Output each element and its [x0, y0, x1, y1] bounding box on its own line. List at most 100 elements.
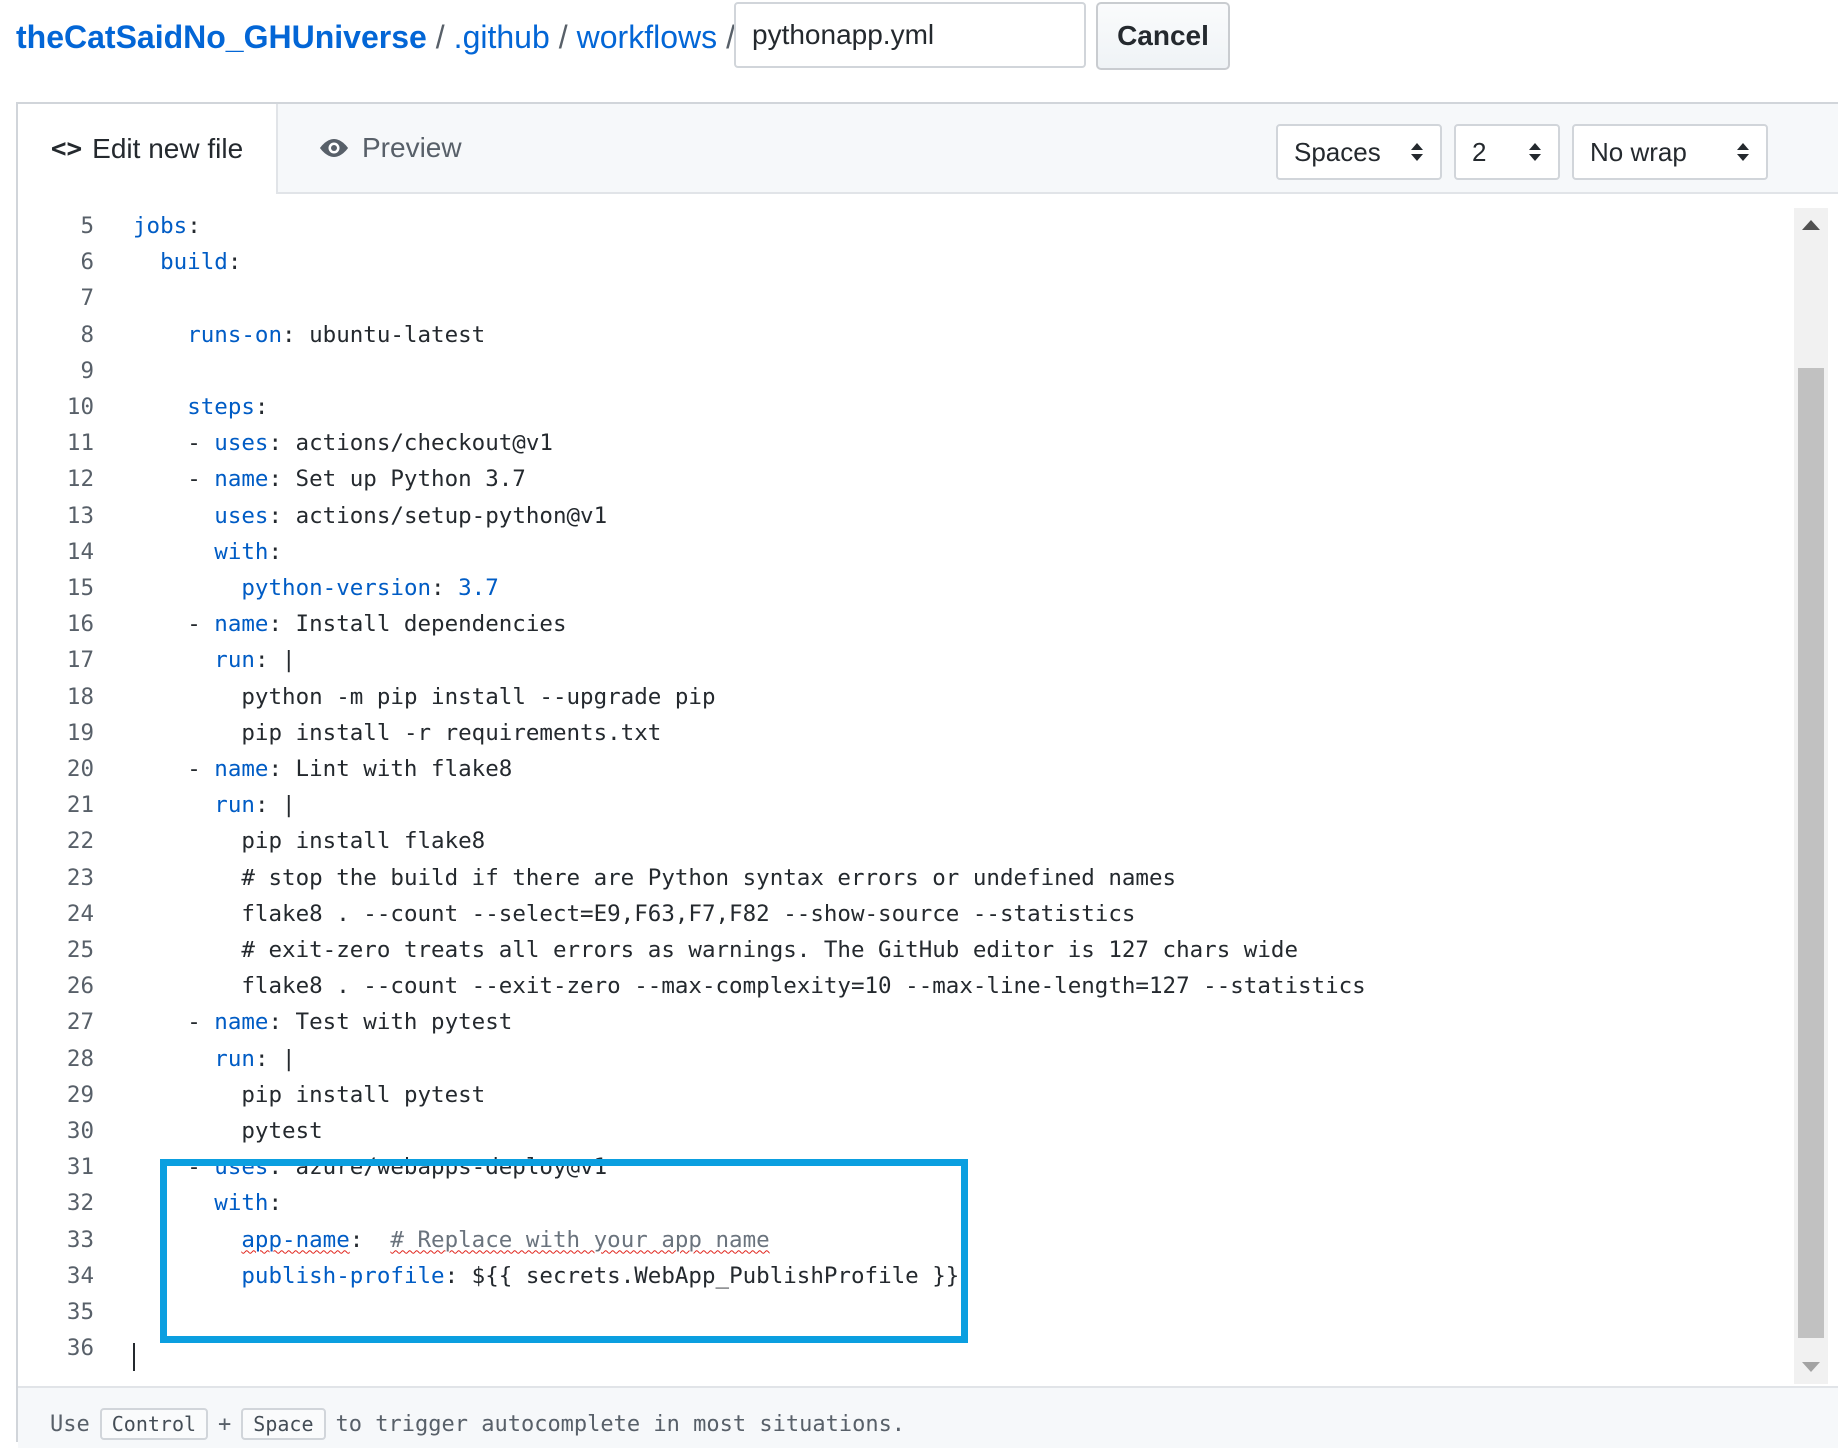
- line-number: 22: [66, 828, 94, 855]
- code-text: - name: Set up Python 3.7: [187, 461, 526, 497]
- line-number: 25: [66, 937, 94, 963]
- indent-mode-select[interactable]: Spaces: [1276, 124, 1442, 180]
- yaml-key: name: [214, 611, 269, 638]
- line-number: 28: [66, 1045, 94, 1072]
- yaml-key: runs-on: [187, 321, 283, 348]
- yaml-key: name: [214, 756, 269, 782]
- yaml-value: : |: [254, 647, 296, 674]
- line-number: 18: [66, 683, 94, 710]
- yaml-value: : |: [254, 792, 296, 819]
- code-text: build:: [160, 244, 241, 280]
- indent-mode-value: Spaces: [1294, 136, 1381, 167]
- yaml-value: # stop the build if there are Python syn…: [241, 864, 1177, 891]
- line-wrap-value: No wrap: [1590, 136, 1687, 167]
- breadcrumb: theCatSaidNo_GHUniverse / .github / work…: [16, 0, 744, 74]
- line-number: 5: [80, 213, 94, 239]
- code-text: jobs:: [133, 208, 201, 244]
- yaml-key: uses: [214, 430, 269, 457]
- tab-preview[interactable]: Preview: [318, 104, 462, 192]
- code-text: - name: Install dependencies: [187, 606, 566, 642]
- list-dash: -: [187, 756, 215, 782]
- tab-edit-new-file[interactable]: <> Edit new file: [18, 104, 278, 194]
- yaml-value: :: [431, 575, 459, 601]
- code-text: - uses: actions/checkout@v1: [187, 425, 553, 461]
- yaml-value: :: [227, 249, 242, 276]
- scroll-down-arrow-icon[interactable]: [1802, 1362, 1820, 1372]
- code-text: uses: actions/setup-python@v1: [214, 498, 607, 534]
- code-text: # exit-zero treats all errors as warning…: [241, 932, 1298, 968]
- line-number: 10: [66, 394, 94, 420]
- yaml-value: flake8 . --count --select=E9,F63,F7,F82 …: [241, 900, 1136, 927]
- yaml-key: build: [160, 249, 228, 276]
- yaml-key: run: [214, 792, 255, 819]
- breadcrumb-github-folder-link[interactable]: .github: [454, 19, 550, 56]
- yaml-value: : ubuntu-latest: [282, 321, 486, 348]
- code-text: run: |: [214, 642, 295, 678]
- scrollbar-thumb[interactable]: [1798, 368, 1824, 1338]
- list-dash: -: [187, 611, 215, 638]
- line-number: 6: [80, 249, 94, 276]
- list-dash: -: [187, 1009, 215, 1036]
- breadcrumb-repo-link[interactable]: theCatSaidNo_GHUniverse: [16, 19, 427, 56]
- breadcrumb-workflows-folder-link[interactable]: workflows: [577, 19, 717, 56]
- select-arrows-icon: [1529, 143, 1541, 161]
- vertical-scrollbar[interactable]: [1794, 208, 1828, 1384]
- line-number: 35: [66, 1299, 94, 1325]
- yaml-value: pip install flake8: [241, 828, 486, 855]
- yaml-number: 3.7: [458, 575, 499, 601]
- yaml-value: pip install pytest: [241, 1081, 486, 1108]
- line-number: 30: [66, 1118, 94, 1144]
- yaml-value: :: [187, 213, 201, 239]
- line-number: 34: [66, 1262, 94, 1289]
- eye-icon: [320, 139, 348, 157]
- select-arrows-icon: [1737, 143, 1749, 161]
- scroll-up-arrow-icon[interactable]: [1802, 220, 1820, 230]
- code-text: steps:: [187, 389, 268, 425]
- cancel-button[interactable]: Cancel: [1096, 2, 1230, 70]
- yaml-key: uses: [214, 502, 269, 529]
- list-dash: -: [187, 430, 215, 457]
- code-text: run: |: [214, 787, 295, 823]
- breadcrumb-separator: /: [435, 18, 445, 55]
- highlight-box: [160, 1159, 968, 1343]
- code-text: pip install flake8: [241, 823, 485, 859]
- code-text: python-version: 3.7: [241, 570, 498, 606]
- filename-input[interactable]: pythonapp.yml: [734, 2, 1086, 68]
- line-number: 17: [66, 647, 94, 674]
- line-number: 14: [66, 538, 94, 565]
- line-number: 20: [66, 756, 94, 782]
- line-number: 16: [66, 611, 94, 638]
- autocomplete-hint: Use Control + Space to trigger autocompl…: [18, 1386, 1838, 1448]
- line-number: 33: [66, 1226, 94, 1253]
- code-text: - name: Test with pytest: [187, 1004, 512, 1040]
- line-number: 32: [66, 1190, 94, 1217]
- select-arrows-icon: [1411, 143, 1423, 161]
- indent-size-value: 2: [1472, 136, 1487, 167]
- yaml-value: : Test with pytest: [268, 1009, 513, 1036]
- yaml-value: flake8 . --count --exit-zero --max-compl…: [241, 973, 1366, 1000]
- tab-preview-label: Preview: [362, 132, 462, 163]
- line-number: 29: [66, 1081, 94, 1108]
- yaml-key: run: [214, 647, 255, 674]
- code-text: runs-on: ubuntu-latest: [187, 317, 485, 353]
- line-number: 21: [66, 792, 94, 819]
- line-wrap-select[interactable]: No wrap: [1572, 124, 1768, 180]
- code-text: python -m pip install --upgrade pip: [241, 679, 715, 715]
- breadcrumb-separator: /: [558, 18, 568, 55]
- line-number: 7: [80, 285, 94, 312]
- yaml-value: : |: [254, 1045, 296, 1072]
- line-number: 8: [80, 321, 94, 348]
- yaml-key: with: [214, 538, 269, 565]
- yaml-key: name: [214, 1009, 269, 1036]
- yaml-key: name: [214, 466, 269, 493]
- code-text: # stop the build if there are Python syn…: [241, 860, 1176, 896]
- code-text: pip install pytest: [241, 1077, 485, 1113]
- yaml-value: # exit-zero treats all errors as warning…: [241, 937, 1298, 963]
- line-number: 9: [80, 357, 94, 384]
- yaml-value: :: [268, 538, 283, 565]
- indent-size-select[interactable]: 2: [1454, 124, 1560, 180]
- code-text: - name: Lint with flake8: [187, 751, 512, 787]
- yaml-value: :: [254, 394, 269, 420]
- line-number: 15: [66, 575, 94, 601]
- yaml-value: pytest: [241, 1118, 323, 1144]
